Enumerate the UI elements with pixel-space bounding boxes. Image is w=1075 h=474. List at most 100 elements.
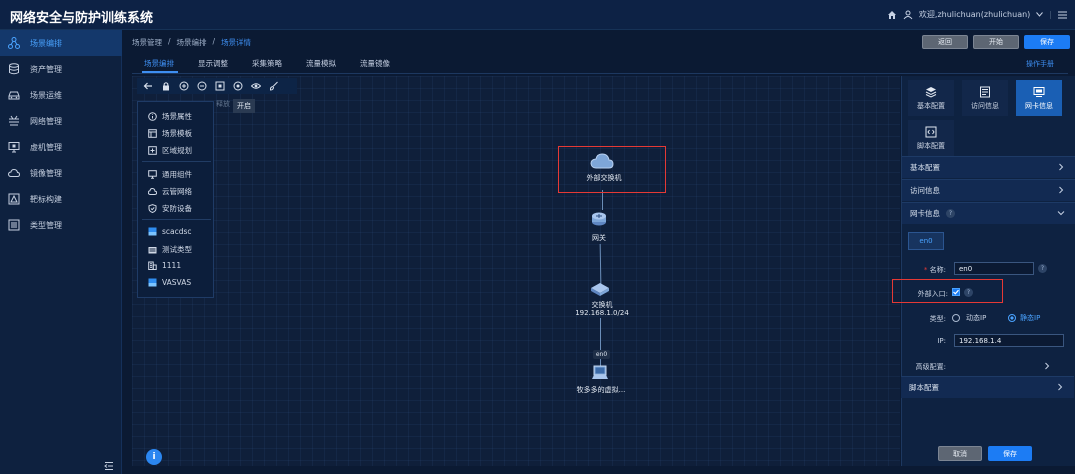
cloud-upload-icon: [148, 187, 157, 196]
sidebar-item-scene-ops[interactable]: 场景运维: [0, 82, 122, 108]
home-icon[interactable]: [887, 10, 897, 20]
sidebar-item-label: 场景编排: [30, 38, 62, 48]
operation-manual-link[interactable]: 操作手册: [1026, 59, 1054, 69]
interface-tag-en0[interactable]: en0: [593, 350, 610, 359]
breadcrumb-scene-management[interactable]: 场景管理: [132, 37, 162, 48]
tab-collect-strategy[interactable]: 采集策略: [252, 58, 282, 69]
help-icon[interactable]: ?: [1038, 264, 1047, 273]
tab-scene-orchestration[interactable]: 场景编排: [144, 58, 174, 69]
start-button[interactable]: 开始: [973, 35, 1019, 49]
tab-display-adjust[interactable]: 显示调整: [198, 58, 228, 69]
menu-icon[interactable]: [1058, 11, 1067, 19]
chevron-down-icon[interactable]: [1036, 12, 1044, 17]
radio-label-static-ip: 静态IP: [1020, 314, 1041, 322]
brush-icon[interactable]: [267, 79, 281, 93]
chevron-right-icon: [1057, 186, 1065, 194]
radio-static-ip[interactable]: [1008, 314, 1016, 322]
database-icon: [8, 63, 20, 75]
ip-input[interactable]: 192.168.1.4: [954, 334, 1064, 347]
sidebar-item-label: 靶标构建: [30, 194, 62, 204]
panel-save-button[interactable]: 保存: [988, 446, 1032, 461]
panel-tab-nic[interactable]: 网卡信息: [1016, 80, 1062, 116]
radio-label-dynamic-ip: 动态IP: [966, 314, 987, 322]
advanced-config-label[interactable]: 高级配置:: [904, 362, 946, 372]
help-icon[interactable]: ?: [964, 288, 973, 297]
custom-type-icon: [148, 227, 157, 236]
target-icon: [8, 193, 20, 205]
plus-box-icon: [148, 146, 157, 155]
lock-icon[interactable]: [159, 79, 173, 93]
chevron-right-icon: [1056, 383, 1064, 391]
node-label-gateway: 网关: [592, 234, 606, 242]
help-icon[interactable]: ?: [946, 209, 955, 218]
sidebar-item-network[interactable]: 网络管理: [0, 108, 122, 134]
palette-item-test-type[interactable]: 测试类型: [148, 244, 192, 255]
external-entry-label: 外部入口:: [917, 290, 948, 298]
panel-tab-basic[interactable]: 基本配置: [908, 80, 954, 116]
user-icon[interactable]: [903, 10, 913, 20]
center-icon[interactable]: [231, 79, 245, 93]
user-area: 欢迎,zhulichuan(zhulichuan) |: [887, 9, 1067, 20]
tab-bar: 场景编排 显示调整 采集策略 流量模拟 流量镜像 操作手册: [132, 54, 1068, 74]
divider: |: [1049, 10, 1052, 19]
sidebar-item-target[interactable]: 靶标构建: [0, 186, 122, 212]
palette-item-security-devices[interactable]: 安防设备: [148, 203, 192, 214]
palette-item-scene-properties[interactable]: 场景属性: [148, 111, 192, 122]
layers-icon: [925, 86, 937, 98]
back-button[interactable]: 返回: [922, 35, 968, 49]
node-vm[interactable]: [591, 364, 611, 384]
section-basic-config[interactable]: 基本配置: [902, 156, 1075, 178]
panel-tab-script[interactable]: 脚本配置: [908, 120, 954, 156]
car-icon: [8, 89, 20, 101]
zoom-in-icon[interactable]: [177, 79, 191, 93]
sidebar-item-label: 资产管理: [30, 64, 62, 74]
save-button[interactable]: 保存: [1024, 35, 1070, 49]
tab-traffic-simulation[interactable]: 流量模拟: [306, 58, 336, 69]
panel-tab-access[interactable]: 访问信息: [962, 80, 1008, 116]
section-script-config[interactable]: 脚本配置: [901, 376, 1074, 398]
palette-item-scene-template[interactable]: 场景模板: [148, 128, 192, 139]
eye-icon[interactable]: [249, 79, 263, 93]
node-gateway[interactable]: [590, 210, 610, 230]
switch-icon: [590, 283, 610, 300]
nic-tab-en0[interactable]: en0: [908, 232, 944, 250]
collapse-sidebar-icon[interactable]: [104, 461, 114, 471]
sidebar-item-images[interactable]: 镜像管理: [0, 160, 122, 186]
welcome-text[interactable]: 欢迎,zhulichuan(zhulichuan): [919, 9, 1030, 20]
monitor-icon: [148, 170, 157, 179]
palette-item-region-planning[interactable]: 区域规划: [148, 145, 192, 156]
tab-traffic-mirror[interactable]: 流量镜像: [360, 58, 390, 69]
cloud-icon: [8, 167, 20, 179]
sidebar-item-assets[interactable]: 资产管理: [0, 56, 122, 82]
fit-view-icon[interactable]: [213, 79, 227, 93]
zoom-out-icon[interactable]: [195, 79, 209, 93]
sidebar-item-types[interactable]: 类型管理: [0, 212, 122, 238]
breadcrumb-scene-detail: 场景详情: [221, 38, 252, 47]
radio-dynamic-ip[interactable]: [952, 314, 960, 322]
palette-item-scacdsc[interactable]: scacdsc: [148, 227, 192, 236]
component-palette: 场景属性 场景模板 区域规划 通用组件 云管网络 安防设备 scacdsc 测试…: [137, 101, 214, 298]
node-external-switch[interactable]: [590, 152, 614, 172]
section-nic-info[interactable]: 网卡信息 ?: [902, 202, 1075, 224]
external-entry-checkbox[interactable]: [952, 288, 960, 296]
palette-item-common-components[interactable]: 通用组件: [148, 169, 192, 180]
node-switch[interactable]: [590, 282, 612, 300]
monitor-icon: [8, 141, 20, 153]
breadcrumb-scene-orchestration[interactable]: 场景编排: [177, 37, 207, 48]
sidebar-item-vm[interactable]: 虚机管理: [0, 134, 122, 160]
palette-item-vasvas[interactable]: VASVAS: [148, 278, 191, 287]
link-switch-vm: [600, 318, 601, 368]
sidebar-item-scene-orchestration[interactable]: 场景编排: [0, 30, 122, 56]
section-access-info[interactable]: 访问信息: [902, 179, 1075, 201]
palette-item-cloud-network[interactable]: 云管网络: [148, 186, 192, 197]
palette-divider: [142, 161, 211, 162]
topology-canvas[interactable]: [132, 76, 900, 466]
name-input[interactable]: en0: [954, 262, 1034, 275]
chevron-right-icon[interactable]: [1043, 362, 1051, 370]
cancel-button[interactable]: 取消: [938, 446, 982, 461]
tab-active-underline: [142, 71, 178, 73]
sidebar-item-label: 类型管理: [30, 220, 62, 230]
help-info-icon[interactable]: i: [146, 449, 162, 465]
palette-item-1111[interactable]: 1111: [148, 261, 181, 270]
back-arrow-icon[interactable]: [141, 79, 155, 93]
